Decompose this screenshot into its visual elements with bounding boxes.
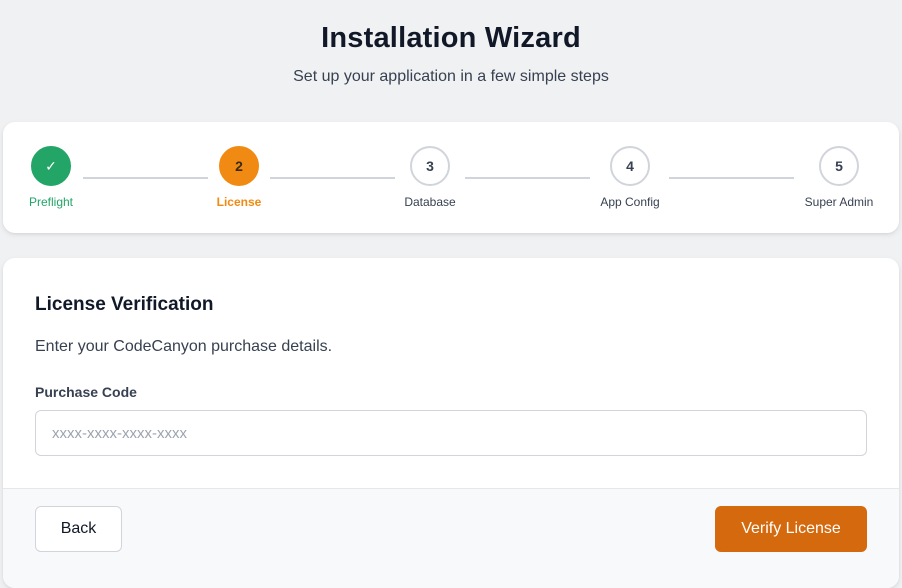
section-description: Enter your CodeCanyon purchase details. <box>35 338 333 355</box>
back-button[interactable]: Back <box>35 506 122 552</box>
step-number: 3 <box>410 146 450 186</box>
step-label: License <box>216 195 262 209</box>
step-number: 5 <box>819 146 859 186</box>
verify-license-button[interactable]: Verify License <box>715 506 867 552</box>
step-app-config[interactable]: 4 App Config <box>570 146 690 209</box>
step-preflight[interactable]: ✓ Preflight <box>0 146 111 209</box>
step-super-admin[interactable]: 5 Super Admin <box>779 146 899 209</box>
page-subtitle: Set up your application in a few simple … <box>293 68 609 85</box>
step-label: Database <box>404 195 456 209</box>
step-number: 2 <box>219 146 259 186</box>
wizard-stepper: ✓ Preflight 2 License 3 Database 4 App C… <box>3 122 899 233</box>
step-label: App Config <box>600 195 660 209</box>
step-label: Super Admin <box>804 195 874 209</box>
step-number: 4 <box>610 146 650 186</box>
card-footer: Back Verify License <box>3 488 899 588</box>
check-icon: ✓ <box>31 146 71 186</box>
section-title: License Verification <box>35 294 214 315</box>
step-database[interactable]: 3 Database <box>370 146 490 209</box>
purchase-code-input[interactable] <box>35 410 867 456</box>
step-label: Preflight <box>28 195 74 209</box>
purchase-code-label: Purchase Code <box>35 384 137 400</box>
license-card: License Verification Enter your CodeCany… <box>3 258 899 588</box>
page-title: Installation Wizard <box>321 22 581 54</box>
step-license[interactable]: 2 License <box>179 146 299 209</box>
